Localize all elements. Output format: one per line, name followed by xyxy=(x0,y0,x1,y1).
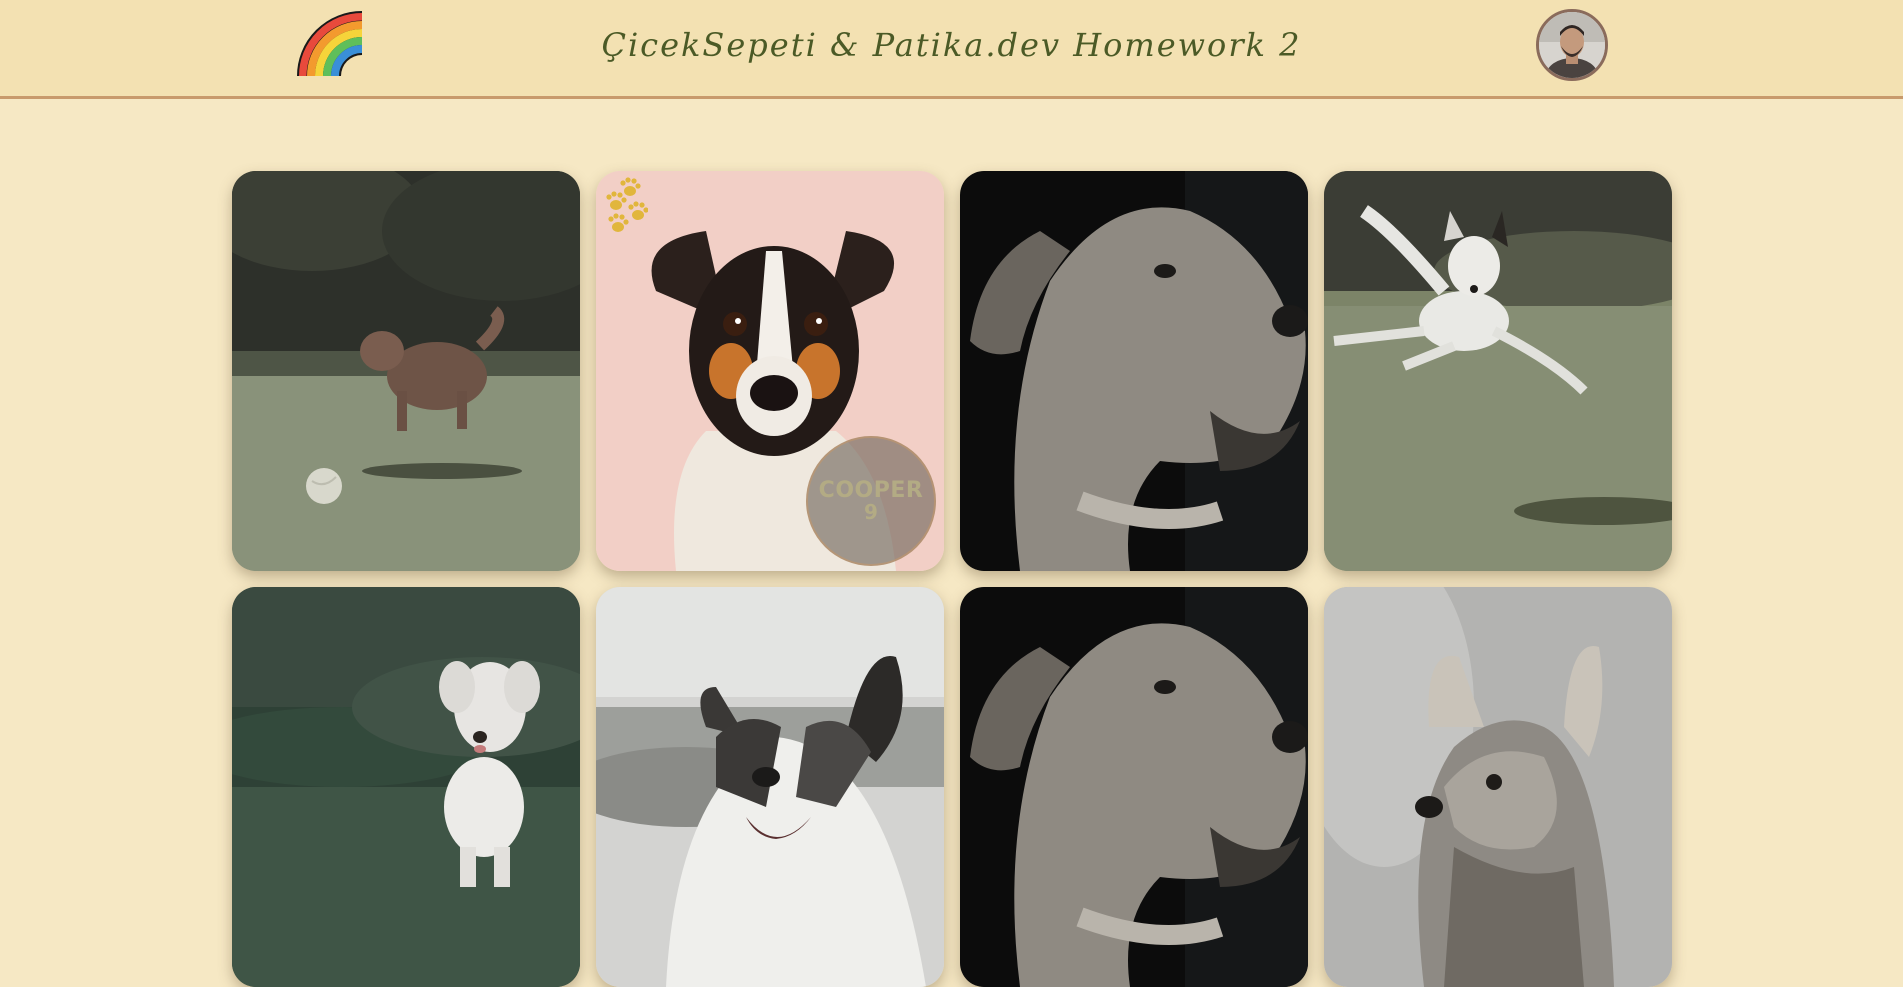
dog-card[interactable] xyxy=(232,171,580,571)
dog-card[interactable] xyxy=(1324,587,1672,987)
page-title: ÇicekSepeti & Patika.dev Homework 2 xyxy=(601,26,1302,64)
dog-card[interactable] xyxy=(232,587,580,987)
user-avatar[interactable] xyxy=(1536,9,1608,81)
paw-prints-icon xyxy=(606,177,648,232)
labrador-profile-photo xyxy=(960,171,1308,571)
dog-card[interactable]: COOPER 9 xyxy=(596,171,944,571)
dog-card[interactable] xyxy=(596,587,944,987)
poodle-running-photo xyxy=(232,171,580,571)
collie-smiling-photo xyxy=(596,587,944,987)
dog-card[interactable] xyxy=(960,587,1308,987)
dog-name-badge: COOPER 9 xyxy=(806,436,936,566)
labrador-profile-photo xyxy=(960,587,1308,987)
dog-number: 9 xyxy=(864,500,878,525)
dog-name: COOPER xyxy=(818,477,924,503)
top-header: ÇicekSepeti & Patika.dev Homework 2 xyxy=(0,0,1903,99)
dog-card[interactable] xyxy=(960,171,1308,571)
dog-card[interactable] xyxy=(1324,171,1672,571)
dog-gallery: COOPER 9 xyxy=(232,171,1672,987)
maltese-running-photo xyxy=(232,587,580,987)
white-dog-jumping-photo xyxy=(1324,171,1672,571)
yorkshire-terrier-photo xyxy=(1324,587,1672,987)
